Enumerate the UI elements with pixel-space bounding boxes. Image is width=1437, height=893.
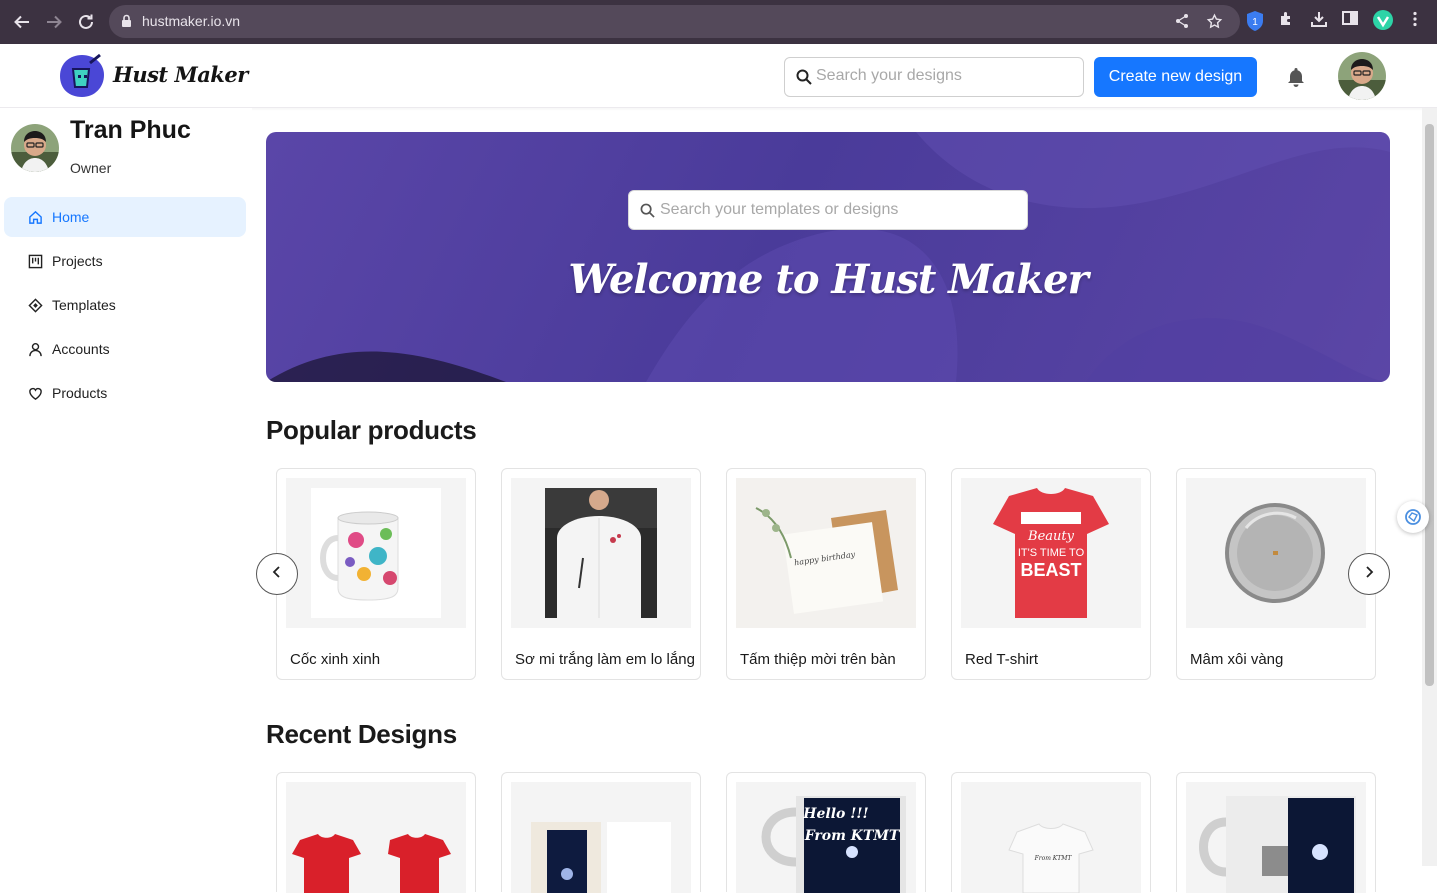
heart-icon — [26, 384, 44, 402]
product-image — [511, 478, 691, 628]
profile-role: Owner — [70, 160, 112, 176]
hero-banner: Welcome to Hust Maker — [266, 132, 1390, 382]
sidebar-item-home[interactable]: Home — [4, 197, 246, 237]
svg-text:From KTMT: From KTMT — [1034, 855, 1073, 862]
product-card[interactable]: Sơ mi trắng làm em lo lắng — [501, 468, 701, 680]
product-card[interactable]: Beauty IT'S TIME TO BEAST Red T-shirt — [951, 468, 1151, 680]
create-design-button[interactable]: Create new design — [1094, 57, 1257, 97]
sidebar-item-label: Home — [52, 209, 90, 225]
design-card[interactable]: Hello !!! From KTMT — [726, 772, 926, 893]
design-image: From KTMT — [961, 782, 1141, 893]
svg-text:IT'S TIME TO: IT'S TIME TO — [1018, 547, 1085, 559]
lock-icon — [121, 14, 132, 33]
product-card[interactable]: Cốc xinh xinh — [276, 468, 476, 680]
svg-text:Beauty: Beauty — [1027, 529, 1075, 544]
header-search[interactable] — [784, 57, 1084, 97]
design-card[interactable] — [1176, 772, 1376, 893]
svg-text:BEAST: BEAST — [1020, 560, 1081, 580]
hero-title: Welcome to Hust Maker — [568, 256, 1088, 303]
popular-products-title: Popular products — [266, 415, 477, 445]
page-scrollbar[interactable] — [1422, 108, 1437, 866]
download-icon[interactable] — [1310, 10, 1330, 32]
bell-icon[interactable] — [1285, 66, 1307, 93]
avatar[interactable] — [1338, 52, 1386, 100]
product-name: Tấm thiệp mời trên bàn — [740, 651, 896, 668]
logo-text[interactable]: Hust Maker — [113, 62, 248, 87]
url-text: hustmaker.io.vn — [142, 13, 241, 29]
home-icon — [26, 208, 44, 226]
profile-avatar — [11, 124, 59, 172]
sidebar-item-label: Accounts — [52, 341, 110, 357]
chevron-left-icon — [271, 565, 283, 583]
design-card[interactable] — [276, 772, 476, 893]
design-image: Hello !!! From KTMT — [736, 782, 916, 893]
product-name: Red T-shirt — [965, 651, 1039, 668]
design-card[interactable]: From KTMT — [951, 772, 1151, 893]
sidebar-item-projects[interactable]: Projects — [4, 241, 246, 281]
design-image — [511, 782, 691, 893]
hero-search[interactable] — [628, 190, 1028, 230]
design-image — [286, 782, 466, 893]
forward-icon[interactable] — [41, 9, 67, 35]
sidebar: Tran Phuc Owner Home Projects Templates … — [0, 108, 252, 866]
search-icon — [640, 203, 655, 223]
logo-icon[interactable] — [57, 51, 107, 101]
address-bar[interactable]: hustmaker.io.vn — [109, 5, 1240, 38]
carousel-prev-button[interactable] — [256, 553, 298, 595]
browser-toolbar: hustmaker.io.vn 1 — [0, 0, 1437, 44]
bookmark-star-icon[interactable] — [1206, 13, 1224, 31]
app-header: Hust Maker Create new design — [0, 44, 1437, 108]
templates-icon — [26, 296, 44, 314]
carousel-next-button[interactable] — [1348, 553, 1390, 595]
sidebar-menu: Home Projects Templates Accounts Product… — [4, 197, 246, 417]
sidebar-item-products[interactable]: Products — [4, 373, 246, 413]
product-name: Mâm xôi vàng — [1190, 651, 1284, 668]
assistant-float-icon[interactable] — [1397, 501, 1429, 533]
product-image: happy birthday — [736, 478, 916, 628]
reload-icon[interactable] — [73, 9, 99, 35]
profile-name: Tran Phuc — [70, 116, 191, 144]
chevron-right-icon — [1363, 565, 1375, 583]
svg-text:Hello !!!: Hello !!! — [802, 806, 868, 822]
search-input[interactable] — [816, 67, 1076, 85]
search-icon — [796, 69, 812, 90]
svg-text:1: 1 — [1252, 17, 1258, 28]
profile-extension-icon[interactable] — [1372, 9, 1394, 31]
product-name: Cốc xinh xinh — [290, 651, 381, 668]
menu-kebab-icon[interactable] — [1406, 10, 1426, 32]
extensions-icon[interactable] — [1278, 10, 1298, 32]
back-icon[interactable] — [9, 9, 35, 35]
svg-text:From KTMT: From KTMT — [804, 828, 901, 844]
scrollbar-thumb[interactable] — [1425, 124, 1434, 686]
sidebar-item-templates[interactable]: Templates — [4, 285, 246, 325]
design-card[interactable] — [501, 772, 701, 893]
user-icon — [26, 340, 44, 358]
product-image: Beauty IT'S TIME TO BEAST — [961, 478, 1141, 628]
side-panel-icon[interactable] — [1342, 10, 1362, 32]
sidebar-item-label: Projects — [52, 253, 103, 269]
sidebar-item-label: Templates — [52, 297, 116, 313]
recent-designs-title: Recent Designs — [266, 719, 457, 749]
template-search-input[interactable] — [660, 201, 1015, 219]
product-card[interactable]: Mâm xôi vàng — [1176, 468, 1376, 680]
product-card[interactable]: happy birthday Tấm thiệp mời trên bàn — [726, 468, 926, 680]
projects-icon — [26, 252, 44, 270]
share-icon[interactable] — [1174, 13, 1192, 31]
product-image — [286, 478, 466, 628]
sidebar-item-label: Products — [52, 385, 108, 401]
password-manager-icon[interactable]: 1 — [1245, 10, 1265, 32]
design-image — [1186, 782, 1366, 893]
product-image — [1186, 478, 1366, 628]
product-name: Sơ mi trắng làm em lo lắng — [515, 651, 695, 668]
sidebar-item-accounts[interactable]: Accounts — [4, 329, 246, 369]
